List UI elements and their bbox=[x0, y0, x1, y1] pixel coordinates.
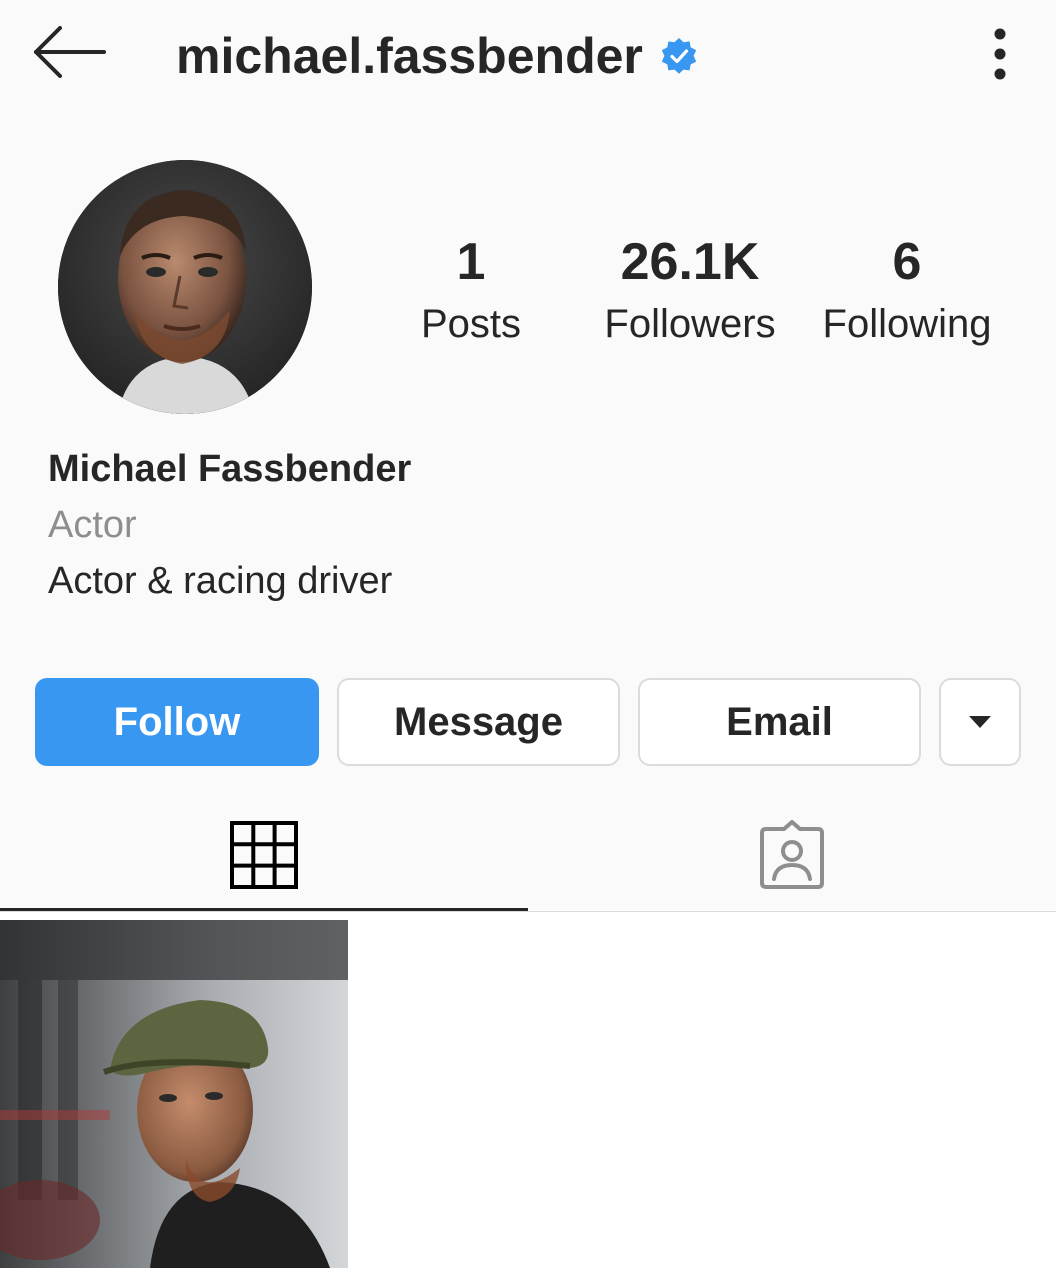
message-button[interactable]: Message bbox=[337, 678, 620, 766]
caret-down-icon bbox=[969, 716, 991, 728]
profile-avatar[interactable] bbox=[58, 160, 312, 414]
arrow-left-icon bbox=[34, 26, 106, 78]
profile-screen: michael.fassbender 1 Posts 26.1K Followe… bbox=[0, 0, 1056, 1280]
profile-full-name: Michael Fassbender bbox=[48, 448, 412, 490]
profile-bio: Actor & racing driver bbox=[48, 560, 393, 602]
tagged-icon bbox=[760, 820, 824, 889]
more-options-button[interactable] bbox=[980, 24, 1024, 84]
stat-posts[interactable]: 1 Posts bbox=[402, 232, 540, 352]
back-button[interactable] bbox=[30, 22, 110, 86]
header-title: michael.fassbender bbox=[176, 24, 699, 88]
stat-label: Posts bbox=[420, 302, 522, 346]
more-vertical-icon bbox=[994, 28, 1006, 80]
grid-icon bbox=[230, 821, 298, 889]
stat-value: 26.1K bbox=[620, 233, 760, 291]
tab-posts-grid[interactable] bbox=[0, 800, 528, 910]
post-thumbnail[interactable] bbox=[0, 920, 348, 1268]
stat-label: Followers bbox=[604, 302, 776, 346]
username: michael.fassbender bbox=[176, 28, 643, 84]
stat-followers[interactable]: 26.1K Followers bbox=[590, 232, 790, 352]
stat-value: 1 bbox=[456, 233, 486, 291]
posts-grid bbox=[0, 912, 1056, 1280]
follow-button[interactable]: Follow bbox=[35, 678, 319, 766]
tab-tagged[interactable] bbox=[528, 800, 1056, 910]
suggestions-dropdown-button[interactable] bbox=[939, 678, 1021, 766]
stat-label: Following bbox=[822, 302, 992, 346]
avatar-portrait bbox=[58, 160, 312, 414]
profile-category: Actor bbox=[48, 504, 137, 546]
stat-following[interactable]: 6 Following bbox=[812, 232, 1002, 352]
email-button[interactable]: Email bbox=[638, 678, 921, 766]
stat-value: 6 bbox=[892, 233, 922, 291]
verified-badge-icon bbox=[661, 38, 697, 74]
post-image bbox=[0, 920, 348, 1268]
